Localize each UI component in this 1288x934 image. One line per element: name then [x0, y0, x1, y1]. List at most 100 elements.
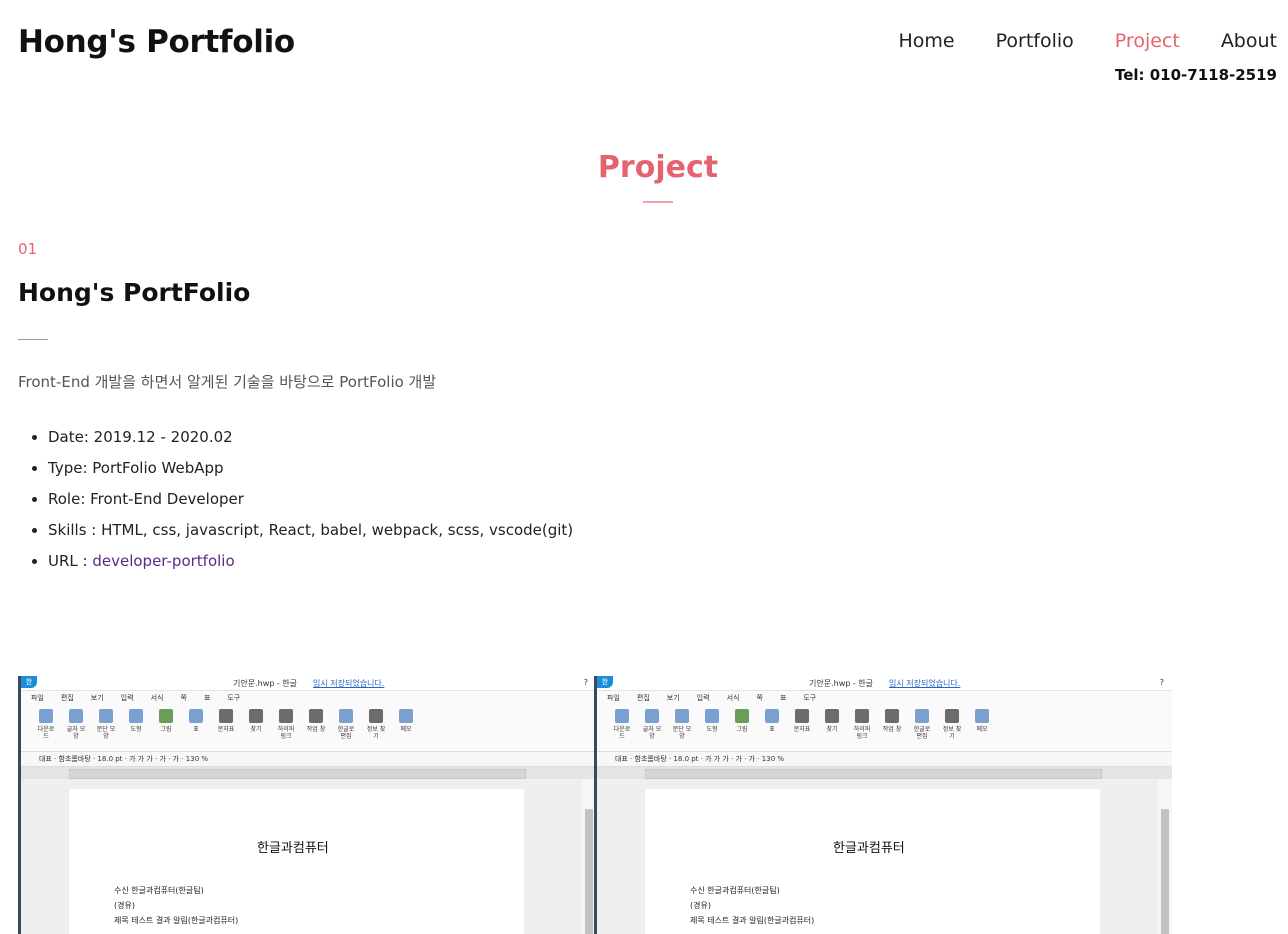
hwp-app-icon: 한: [21, 676, 37, 688]
menu-item: 파일: [31, 694, 44, 702]
project-screenshot-1: 한 기안문.hwp - 한글 임시 저장되었습니다. ? 파일 편집 보기 입력…: [18, 676, 596, 934]
detail-date: Date: 2019.12 - 2020.02: [48, 425, 573, 456]
nav-portfolio[interactable]: Portfolio: [996, 30, 1074, 52]
project-number: 01: [18, 240, 38, 258]
menu-item: 입력: [696, 694, 710, 702]
help-icon: ?: [1159, 678, 1164, 687]
ribbon-taskpane: 작업 창: [881, 705, 903, 751]
menu-item: 편집: [636, 694, 650, 702]
table-icon: [189, 709, 203, 723]
memo-icon: [975, 709, 989, 723]
para-shape-icon: [675, 709, 689, 723]
ribbon-picture: 그림: [155, 705, 177, 751]
menu-item: 보기: [666, 694, 680, 702]
vertical-scrollbar: [1158, 779, 1172, 934]
ribbon-table: 표: [761, 705, 783, 751]
main-nav: Home Portfolio Project About: [899, 30, 1277, 52]
document-title: 한글과컴퓨터: [833, 841, 905, 856]
ribbon-table: 표: [185, 705, 207, 751]
table-icon: [765, 709, 779, 723]
ribbon-info: 정보 찾기: [365, 705, 387, 751]
detail-type: Type: PortFolio WebApp: [48, 456, 573, 487]
project-url-link[interactable]: developer-portfolio: [92, 552, 234, 570]
ribbon-symbols: 문자표: [791, 705, 813, 751]
window-title: 기안문.hwp - 한글: [809, 679, 874, 688]
app-ribbon: 다운로드 글자 모양 문단 모양 도형 그림 표 문자표 찾기 하이퍼링크 작업…: [21, 705, 596, 752]
project-divider: [18, 339, 48, 340]
info-find-icon: [369, 709, 383, 723]
ribbon-memo: 메모: [971, 705, 993, 751]
document-line: 수신 한글과컴퓨터(한글팀): [114, 886, 204, 895]
document-line: (경유): [114, 901, 135, 910]
menu-item: 보기: [90, 694, 104, 702]
nav-about[interactable]: About: [1221, 30, 1277, 52]
menu-item: 도구: [227, 694, 241, 702]
ribbon-edit: 한글로 편집: [335, 705, 357, 751]
memo-icon: [399, 709, 413, 723]
binoculars-icon: [249, 709, 263, 723]
menu-item: 표: [779, 694, 787, 702]
project-screenshot-2: 한 기안문.hwp - 한글 임시 저장되었습니다. ? 파일 편집 보기 입력…: [594, 676, 1172, 934]
symbol-icon: [219, 709, 233, 723]
ribbon-hyperlink: 하이퍼링크: [275, 705, 297, 751]
detail-role: Role: Front-End Developer: [48, 487, 573, 518]
window-title: 기안문.hwp - 한글: [233, 679, 298, 688]
detail-url: URL : developer-portfolio: [48, 549, 573, 580]
ribbon-char: 글자 모양: [641, 705, 663, 751]
info-find-icon: [945, 709, 959, 723]
ribbon-find: 찾기: [245, 705, 267, 751]
site-logo[interactable]: Hong's Portfolio: [18, 24, 295, 60]
ribbon-find: 찾기: [821, 705, 843, 751]
phone-number: Tel: 010-7118-2519: [1114, 66, 1277, 84]
save-message: 임시 저장되었습니다.: [313, 679, 385, 688]
ribbon-info: 정보 찾기: [941, 705, 963, 751]
shape-icon: [705, 709, 719, 723]
app-menubar: 파일 편집 보기 입력 서식 쪽 표 도구: [21, 691, 596, 705]
task-pane-icon: [885, 709, 899, 723]
detail-skills: Skills : HTML, css, javascript, React, b…: [48, 518, 573, 549]
symbol-icon: [795, 709, 809, 723]
document-area: 한글과컴퓨터 수신 한글과컴퓨터(한글팀) (경유) 제목 테스트 결과 알림(…: [21, 779, 596, 934]
globe-icon: [855, 709, 869, 723]
globe-icon: [279, 709, 293, 723]
document-line: 제목 테스트 결과 알림(한글과컴퓨터): [690, 916, 815, 925]
picture-icon: [159, 709, 173, 723]
menu-item: 도구: [803, 694, 817, 702]
document-line: 수신 한글과컴퓨터(한글팀): [690, 886, 780, 895]
nav-home[interactable]: Home: [899, 30, 955, 52]
task-pane-icon: [309, 709, 323, 723]
ribbon-edit: 한글로 편집: [911, 705, 933, 751]
hwp-edit-icon: [339, 709, 353, 723]
hwp-edit-icon: [915, 709, 929, 723]
ribbon-hyperlink: 하이퍼링크: [851, 705, 873, 751]
ribbon-taskpane: 작업 창: [305, 705, 327, 751]
char-shape-icon: [645, 709, 659, 723]
ribbon-para: 문단 모양: [95, 705, 117, 751]
horizontal-ruler: [69, 769, 526, 779]
download-icon: [39, 709, 53, 723]
section-title: Project: [597, 150, 719, 185]
document-area: 한글과컴퓨터 수신 한글과컴퓨터(한글팀) (경유) 제목 테스트 결과 알림(…: [597, 779, 1172, 934]
format-toolbar: 대표 · 함초롬바탕 · 18.0 pt · 가 가 가 · 가 · 가 · 1…: [21, 752, 596, 767]
ribbon-picture: 그림: [731, 705, 753, 751]
ruler-row: [597, 767, 1172, 779]
document-page: 한글과컴퓨터 수신 한글과컴퓨터(한글팀) (경유) 제목 테스트 결과 알림(…: [645, 789, 1100, 934]
ribbon-download: 다운로드: [611, 705, 633, 751]
document-line: (경유): [690, 901, 711, 910]
save-message: 임시 저장되었습니다.: [889, 679, 961, 688]
ribbon-download: 다운로드: [35, 705, 57, 751]
ribbon-shape: 도형: [125, 705, 147, 751]
ribbon-shape: 도형: [701, 705, 723, 751]
project-description: Front-End 개발을 하면서 알게된 기술을 바탕으로 PortFolio…: [18, 373, 437, 391]
menu-item: 표: [203, 694, 211, 702]
shape-icon: [129, 709, 143, 723]
ribbon-para: 문단 모양: [671, 705, 693, 751]
nav-project[interactable]: Project: [1115, 30, 1180, 52]
document-title: 한글과컴퓨터: [257, 841, 329, 856]
ruler-row: [21, 767, 596, 779]
menu-item: 쪽: [756, 694, 763, 702]
para-shape-icon: [99, 709, 113, 723]
ribbon-memo: 메모: [395, 705, 417, 751]
app-ribbon: 다운로드 글자 모양 문단 모양 도형 그림 표 문자표 찾기 하이퍼링크 작업…: [597, 705, 1172, 752]
section-title-underline: [643, 201, 673, 203]
